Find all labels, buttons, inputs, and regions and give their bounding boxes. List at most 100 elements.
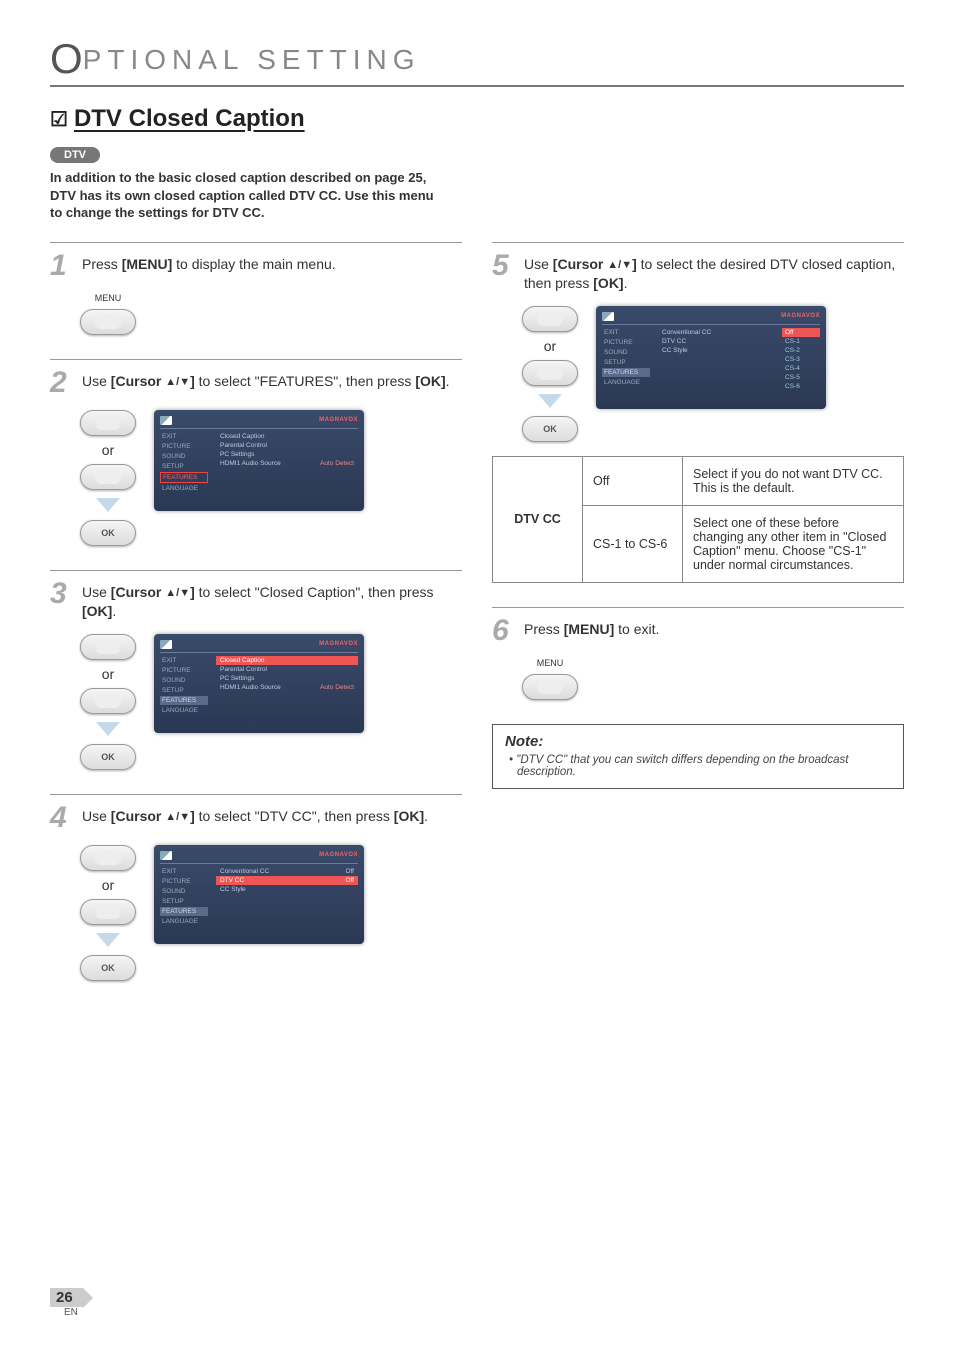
t: Closed Caption bbox=[220, 433, 264, 440]
tv-brand: MAGNAVOX bbox=[319, 417, 358, 423]
flow-arrow-icon bbox=[96, 722, 120, 736]
tv-row-highlight: DTV CC Off bbox=[216, 876, 358, 885]
menu-button-graphic: MENU bbox=[522, 658, 578, 700]
ok-button-icon: OK bbox=[80, 520, 136, 546]
cursor-up-button-icon bbox=[80, 845, 136, 871]
left-column: 1 Press [MENU] to display the main menu.… bbox=[50, 242, 462, 1005]
tv-side-menu: EXIT PICTURE SOUND SETUP FEATURES LANGUA… bbox=[602, 328, 650, 391]
t: . bbox=[424, 808, 428, 824]
tv-option-item: CS-1 bbox=[782, 337, 820, 346]
step-3-text: Use [Cursor ▲/▼] to select "Closed Capti… bbox=[82, 579, 462, 622]
ok-label: OK bbox=[81, 956, 135, 980]
section-title: ☑DTV Closed Caption bbox=[50, 105, 904, 133]
step-3-number: 3 bbox=[50, 579, 72, 609]
up-down-arrow-icon: ▲/▼ bbox=[165, 811, 190, 823]
up-down-arrow-icon: ▲/▼ bbox=[165, 376, 190, 388]
tv-brand: MAGNAVOX bbox=[319, 641, 358, 647]
flow-arrow-icon bbox=[96, 933, 120, 947]
tv-logo-icon bbox=[160, 640, 172, 649]
tv-brand: MAGNAVOX bbox=[781, 313, 820, 319]
t: DTV CC bbox=[220, 877, 244, 884]
t: Closed Caption bbox=[220, 657, 264, 664]
t: [OK] bbox=[415, 373, 445, 389]
cursor-buttons-graphic: or OK bbox=[80, 634, 136, 770]
ok-label: OK bbox=[81, 521, 135, 545]
step-6-number: 6 bbox=[492, 616, 514, 646]
tv-side-item: PICTURE bbox=[160, 442, 208, 451]
t: [Cursor bbox=[111, 584, 165, 600]
step-3: 3 Use [Cursor ▲/▼] to select "Closed Cap… bbox=[50, 570, 462, 770]
tv-main-panel: Closed Caption Parental Control PC Setti… bbox=[208, 432, 358, 493]
tv-side-item: SOUND bbox=[160, 452, 208, 461]
t: Parental Control bbox=[220, 442, 267, 449]
t: . bbox=[446, 373, 450, 389]
tv-side-item: LANGUAGE bbox=[602, 378, 650, 387]
step-1-number: 1 bbox=[50, 251, 72, 281]
t: Off bbox=[345, 868, 354, 875]
step-1-bold: [MENU] bbox=[122, 256, 173, 272]
t: Parental Control bbox=[220, 666, 267, 673]
tv-side-item: SETUP bbox=[160, 686, 208, 695]
t: Off bbox=[345, 877, 354, 884]
tv-logo-icon bbox=[160, 416, 172, 425]
tv-row: Conventional CC bbox=[658, 328, 782, 337]
tv-row-highlight: Closed Caption bbox=[216, 656, 358, 665]
step-1-text: Press [MENU] to display the main menu. bbox=[82, 251, 336, 275]
tv-side-item-selected: FEATURES bbox=[160, 696, 208, 705]
tv-option-item: CS-5 bbox=[782, 373, 820, 382]
tv-menu-dtvcc: MAGNAVOX EXIT PICTURE SOUND SETUP FEATUR… bbox=[154, 845, 364, 944]
cursor-up-button-icon bbox=[80, 634, 136, 660]
step-2-number: 2 bbox=[50, 368, 72, 398]
tv-row: PC Settings bbox=[216, 450, 358, 459]
cursor-up-button-icon bbox=[522, 306, 578, 332]
t: [OK] bbox=[82, 603, 112, 619]
menu-button-icon bbox=[522, 674, 578, 700]
page-footer: 26 EN bbox=[50, 1289, 83, 1318]
page-lang: EN bbox=[64, 1307, 83, 1318]
t: Use bbox=[82, 584, 111, 600]
tv-menu-features: MAGNAVOX EXIT PICTURE SOUND SETUP FEATUR… bbox=[154, 410, 364, 511]
t: to exit. bbox=[614, 621, 659, 637]
step-6-text: Press [MENU] to exit. bbox=[524, 616, 659, 640]
tv-row: CC Style bbox=[658, 346, 782, 355]
t: [OK] bbox=[593, 275, 623, 291]
menu-button-label: MENU bbox=[537, 658, 564, 668]
menu-button-graphic: MENU bbox=[80, 293, 136, 335]
tv-menu-closed-caption: MAGNAVOX EXIT PICTURE SOUND SETUP FEATUR… bbox=[154, 634, 364, 733]
step-1: 1 Press [MENU] to display the main menu.… bbox=[50, 242, 462, 335]
tv-side-item-selected: FEATURES bbox=[160, 472, 208, 483]
table-desc: Select one of these before changing any … bbox=[683, 505, 904, 582]
ok-button-icon: OK bbox=[522, 416, 578, 442]
t: CC Style bbox=[220, 886, 246, 893]
section-title-text: DTV Closed Caption bbox=[74, 105, 305, 132]
t: PC Settings bbox=[220, 451, 254, 458]
ok-button-icon: OK bbox=[80, 955, 136, 981]
note-box: Note: • "DTV CC" that you can switch dif… bbox=[492, 724, 904, 789]
tv-row: Parental Control bbox=[216, 665, 358, 674]
tv-option-list: Off CS-1 CS-2 CS-3 CS-4 CS-5 CS-6 bbox=[782, 328, 820, 391]
or-text: or bbox=[102, 666, 114, 682]
step-5-text: Use [Cursor ▲/▼] to select the desired D… bbox=[524, 251, 904, 294]
tv-option-item: CS-3 bbox=[782, 355, 820, 364]
table-desc: Select if you do not want DTV CC. This i… bbox=[683, 456, 904, 505]
step-1-pre: Press bbox=[82, 256, 122, 272]
intro-text: In addition to the basic closed caption … bbox=[50, 169, 445, 222]
t: . bbox=[112, 603, 116, 619]
cursor-down-button-icon bbox=[80, 688, 136, 714]
tv-side-item-selected: FEATURES bbox=[160, 907, 208, 916]
tv-side-item: EXIT bbox=[602, 328, 650, 337]
t: HDMI1 Audio Source bbox=[220, 460, 281, 467]
checkbox-icon: ☑ bbox=[50, 107, 68, 132]
tv-option-item: CS-2 bbox=[782, 346, 820, 355]
t: [Cursor bbox=[111, 373, 165, 389]
step-4-text: Use [Cursor ▲/▼] to select "DTV CC", the… bbox=[82, 803, 428, 827]
t: CC Style bbox=[662, 347, 688, 354]
flow-arrow-icon bbox=[538, 394, 562, 408]
tv-option-item: CS-4 bbox=[782, 364, 820, 373]
tv-row: CC Style bbox=[216, 885, 358, 894]
header-big-o: O bbox=[50, 35, 83, 82]
step-5: 5 Use [Cursor ▲/▼] to select the desired… bbox=[492, 242, 904, 583]
tv-brand: MAGNAVOX bbox=[319, 852, 358, 858]
cursor-up-button-icon bbox=[80, 410, 136, 436]
cursor-buttons-graphic: or OK bbox=[522, 306, 578, 442]
